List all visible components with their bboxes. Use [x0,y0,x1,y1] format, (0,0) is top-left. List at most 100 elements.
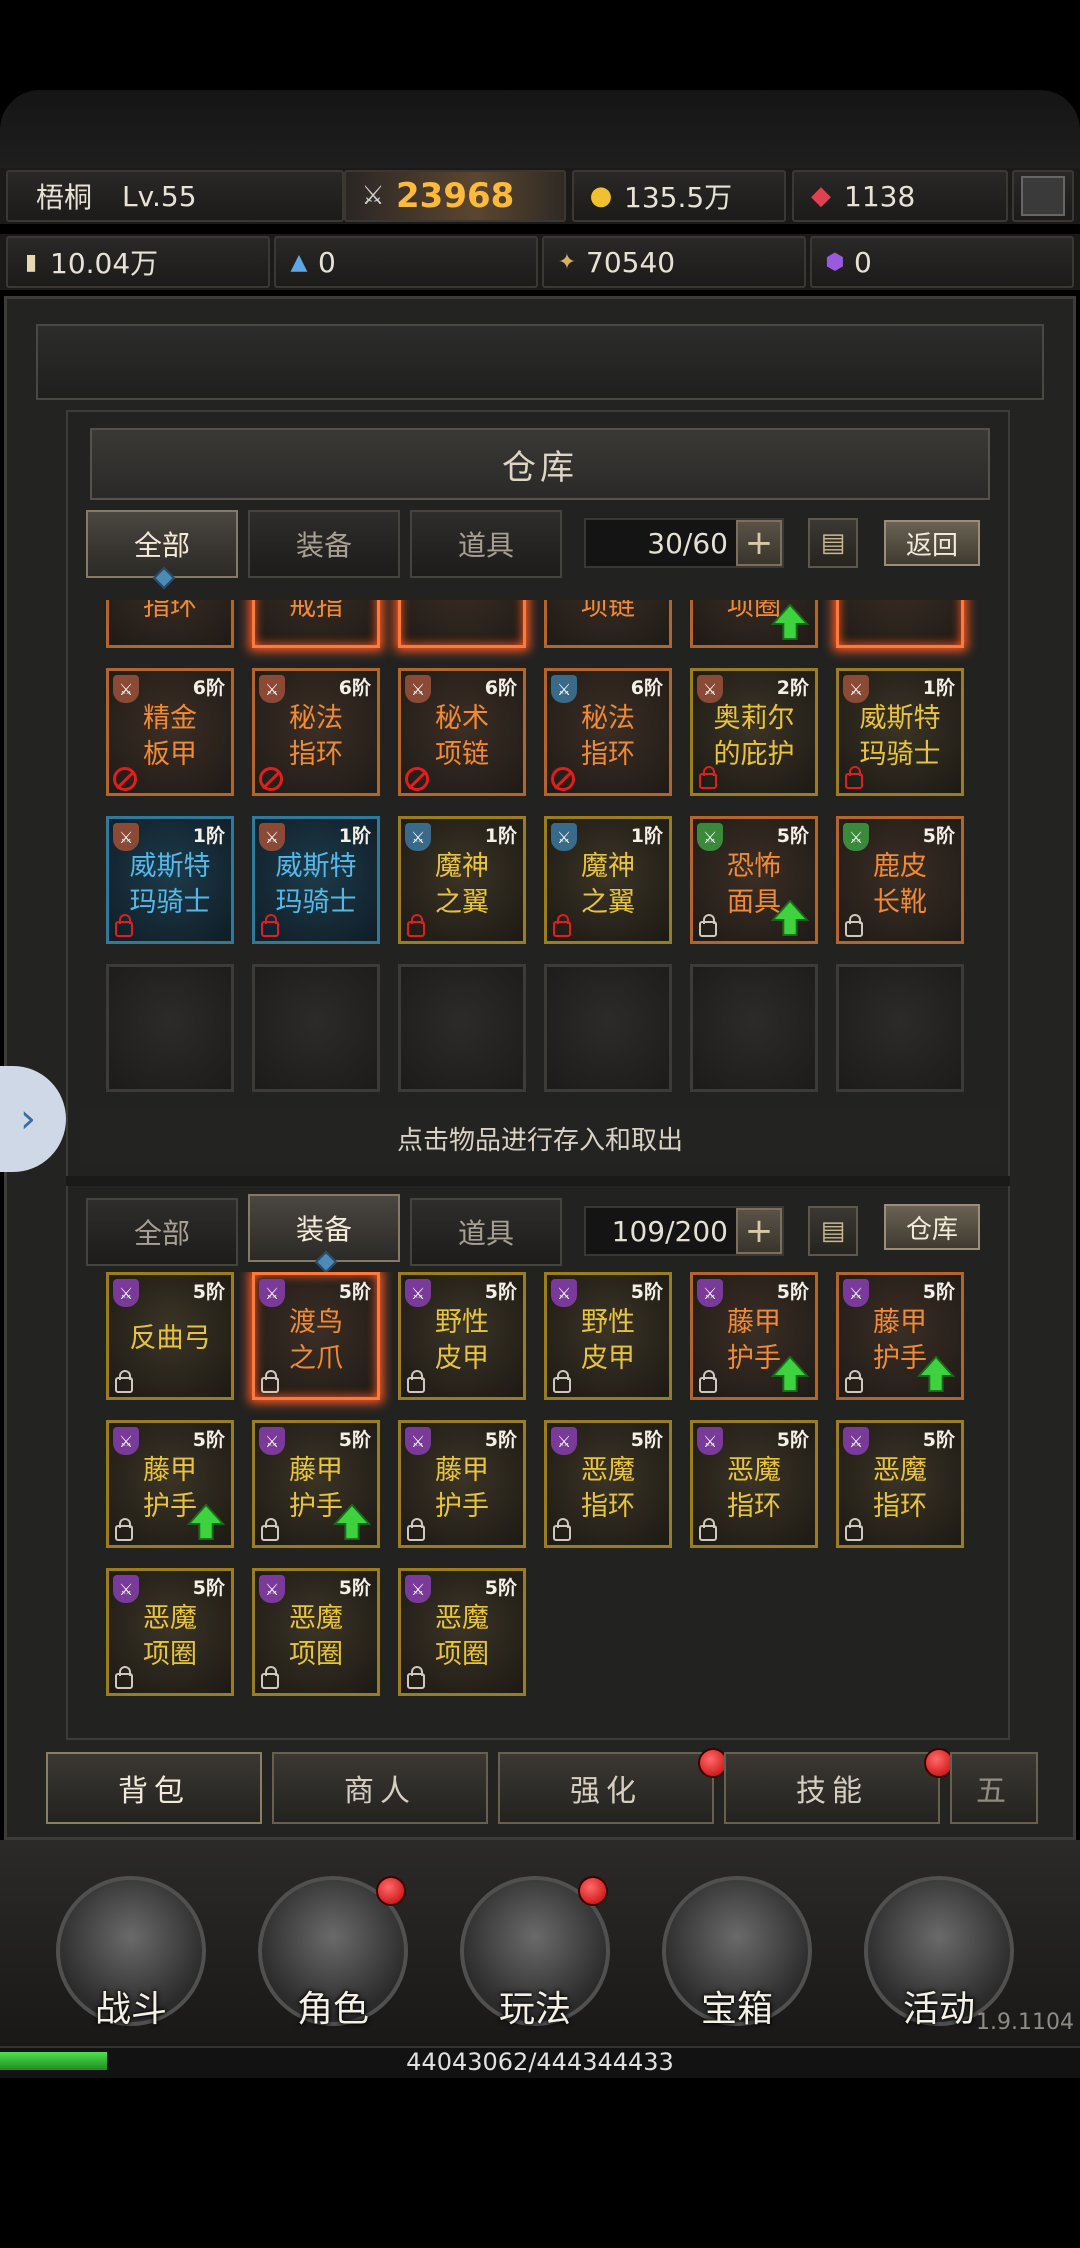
menu-button[interactable] [1012,170,1074,222]
bottom-tab-3[interactable]: 技能 [724,1752,940,1824]
empty-slot[interactable] [252,964,380,1092]
status-bar-area [0,0,1080,90]
item-slot[interactable]: ⚔ 6阶 秘术 项链 [398,668,526,796]
item-slot[interactable]: ⚔ 5阶 恐怖 面具 [690,816,818,944]
nav-item-3[interactable]: 宝箱 [652,1868,822,2038]
item-tier: 5阶 [776,825,809,847]
bottom-tab-label: 五 [976,1774,1012,1809]
empty-slot[interactable] [398,964,526,1092]
lock-icon [845,1518,863,1541]
item-tier: 5阶 [484,1281,517,1303]
item-slot[interactable]: 秘术 项链 [544,600,672,648]
warehouse-tab-all[interactable]: 全部 [86,510,238,590]
item-slot[interactable]: ⚔ 6阶 精金 板甲 [106,668,234,796]
item-slot[interactable]: ⚔ 5阶 恶魔 项圈 [106,1568,234,1696]
item-slot[interactable]: ⚔ 1阶 魔神 之翼 [544,816,672,944]
empty-slot[interactable] [106,964,234,1092]
bag-sort-button[interactable]: ▤ [808,1206,858,1256]
equip-type-icon: ⚔ [405,1575,431,1603]
empty-slot[interactable] [544,964,672,1092]
bottom-tab-1[interactable]: 商人 [272,1752,488,1824]
empty-slot[interactable] [690,964,818,1092]
item-slot[interactable]: ⚔ 5阶 恶魔 项圈 [398,1568,526,1696]
item-tier: 6阶 [630,677,663,699]
bottom-tab-4[interactable]: 五 [950,1752,1038,1824]
bag-tab-items[interactable]: 道具 [410,1198,562,1266]
item-slot[interactable]: ⚔ 5阶 藤甲 护手 [252,1420,380,1548]
bag-tab-all[interactable]: 全部 [86,1198,238,1266]
lock-icon [261,1370,279,1393]
resource-orb: ⬢ 0 [810,236,1074,288]
equip-type-icon: ⚔ [113,675,139,703]
resource-wood: ▮ 10.04万 [6,236,270,288]
lock-icon [115,1370,133,1393]
panel-header-bar [36,324,1044,400]
warehouse-sort-button[interactable]: ▤ [808,518,858,568]
nav-item-label: 玩法 [498,1989,571,2030]
bag-tab-equip[interactable]: 装备 [248,1194,400,1274]
lock-icon [261,914,279,937]
warehouse-expand-button[interactable]: + [736,520,782,566]
player-info[interactable]: 梧桐 Lv.55 [6,170,344,222]
item-slot[interactable]: ⚔ 1阶 威斯特 玛骑士 [836,668,964,796]
item-slot[interactable]: 恶魔 项圈 [690,600,818,648]
bottom-tab-label: 背包 [118,1774,190,1809]
back-button[interactable]: 返回 [884,520,980,566]
item-slot[interactable]: ⚔ 2阶 奥莉尔 的庇护 [690,668,818,796]
lock-icon [845,914,863,937]
item-name: 威斯特 玛骑士 [275,851,357,918]
item-slot[interactable]: ⚔ 5阶 恶魔 项圈 [252,1568,380,1696]
bottom-tab-label: 商人 [344,1774,416,1809]
no-entry-icon [259,767,283,791]
item-slot[interactable]: 金戒指 [398,600,526,648]
item-slot[interactable]: ⚔ 5阶 野性 皮甲 [398,1272,526,1400]
item-name: 魔神 之翼 [435,851,489,918]
bottom-tab-2[interactable]: 强化 [498,1752,714,1824]
bag-expand-button[interactable]: + [736,1208,782,1254]
item-slot[interactable]: ⚔ 5阶 藤甲 护手 [836,1272,964,1400]
item-slot[interactable]: ⚔ 1阶 威斯特 玛骑士 [106,816,234,944]
bottom-tab-0[interactable]: 背包 [46,1752,262,1824]
nav-item-label: 角色 [296,1989,369,2030]
item-slot[interactable]: ⚔ 6阶 秘法 指环 [252,668,380,796]
warehouse-tab-items[interactable]: 道具 [410,510,562,578]
bag-tab-all-label: 全部 [133,1217,190,1250]
item-name: 奥莉尔 的庇护 [713,703,795,770]
item-slot[interactable]: ⚔ 5阶 反曲弓 [106,1272,234,1400]
bag-grid[interactable]: ⚔ 5阶 反曲弓 ⚔ 5阶 渡鸟 之爪 ⚔ 5阶 野性 皮甲 ⚔ 5阶 野性 皮甲 ⚔ 5阶 藤甲 护手 ⚔ 5… [80,1272,1000,1702]
item-slot[interactable]: ⚔ 5阶 恶魔 指环 [690,1420,818,1548]
item-slot[interactable]: 银项链 [836,600,964,648]
bottom-tab-label: 技能 [796,1774,868,1809]
no-entry-icon [405,767,429,791]
to-warehouse-button[interactable]: 仓库 [884,1204,980,1250]
warehouse-grid[interactable]: 秘法 指环头盔 戒指金戒指秘术 项链恶魔 项圈银项链⚔6阶精金 板甲⚔6阶秘法 … [80,600,1000,1110]
gold-resource[interactable]: ● 135.5万 [572,170,786,222]
equip-type-icon: ⚔ [843,1279,869,1307]
nav-item-0[interactable]: 战斗 [46,1868,216,2038]
player-name: 梧桐 [36,181,93,214]
item-slot[interactable]: ⚔ 5阶 野性 皮甲 [544,1272,672,1400]
item-slot[interactable]: ⚔ 5阶 藤甲 护手 [398,1420,526,1548]
item-slot[interactable]: ⚔ 5阶 渡鸟 之爪 [252,1272,380,1400]
equip-type-icon: ⚔ [113,1427,139,1455]
gem-resource[interactable]: ◆ 1138 [792,170,1008,222]
item-slot[interactable]: ⚔ 5阶 鹿皮 长靴 [836,816,964,944]
item-slot[interactable]: 头盔 戒指 [252,600,380,648]
warehouse-tab-equip[interactable]: 装备 [248,510,400,578]
item-slot[interactable]: ⚔ 5阶 恶魔 指环 [836,1420,964,1548]
item-name: 秘法 指环 [581,703,635,770]
item-slot[interactable]: ⚔ 5阶 藤甲 护手 [690,1272,818,1400]
exp-text: 44043062/444344433 [406,2048,674,2076]
warehouse-tab-all-label: 全部 [133,529,190,562]
equip-type-icon: ⚔ [259,823,285,851]
empty-slot[interactable] [836,964,964,1092]
upgrade-arrow-icon [771,899,809,937]
item-slot[interactable]: ⚔ 5阶 藤甲 护手 [106,1420,234,1548]
item-slot[interactable]: ⚔ 1阶 魔神 之翼 [398,816,526,944]
item-slot[interactable]: ⚔ 6阶 秘法 指环 [544,668,672,796]
item-slot[interactable]: ⚔ 1阶 威斯特 玛骑士 [252,816,380,944]
item-slot[interactable]: 秘法 指环 [106,600,234,648]
item-tier: 5阶 [338,1577,371,1599]
item-slot[interactable]: ⚔ 5阶 恶魔 指环 [544,1420,672,1548]
item-name: 野性 皮甲 [435,1307,489,1374]
